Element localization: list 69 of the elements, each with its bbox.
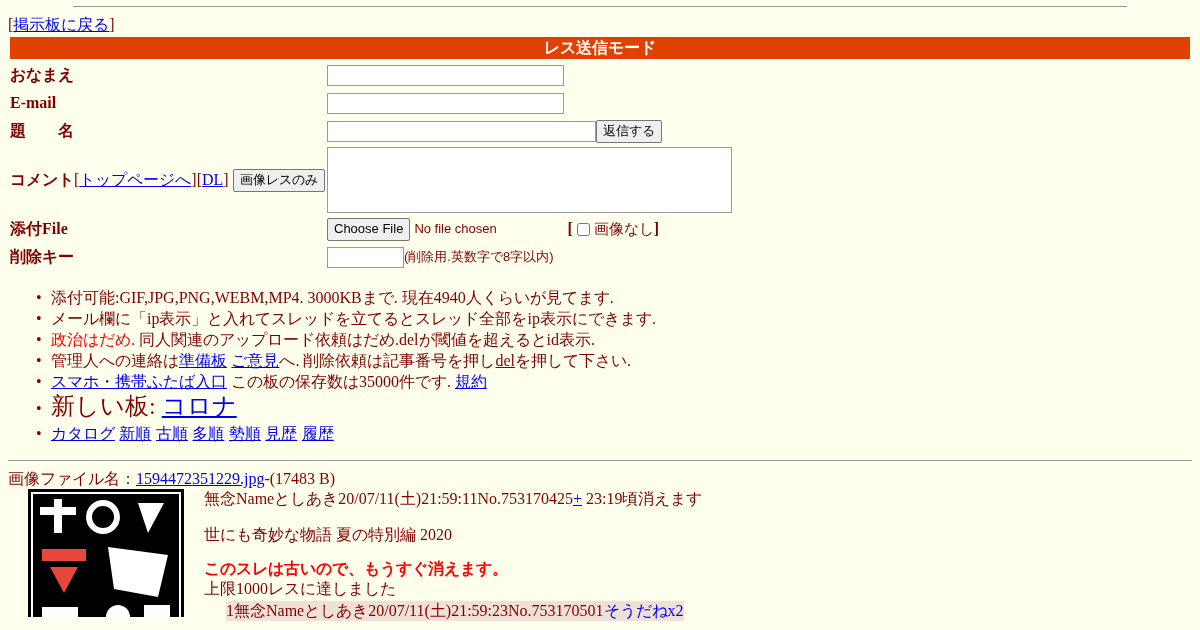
link[interactable]: カタログ — [51, 423, 115, 444]
notice-text: 政治はだめ. — [51, 330, 135, 350]
notice-text: 管理人への連絡は — [51, 351, 179, 371]
form-title: レス送信モード — [10, 37, 1190, 59]
hint-text: (削除用.英数字で8字以内) — [404, 248, 554, 267]
bullet: • — [36, 372, 43, 392]
bracket: ] — [109, 15, 115, 35]
field-label: 削除キー — [10, 247, 74, 267]
bracket: [ — [567, 219, 573, 239]
text-field[interactable] — [327, 64, 564, 86]
field-label: コメント — [10, 170, 74, 190]
link[interactable]: 古順 — [155, 423, 188, 444]
notice-text: 添付可能:GIF,JPG,PNG,WEBM,MP4. 3000KBまで. 現在4940人くらいが見てます. — [51, 288, 614, 308]
warning-text: このスレは古いので、もうすぐ消えます。 — [204, 560, 508, 577]
text-field[interactable] — [327, 92, 564, 114]
bullet: • — [36, 399, 43, 419]
field-label: おなまえ — [10, 65, 74, 86]
link[interactable]: 多順 — [192, 423, 225, 444]
reply-header: 1無念Nameとしあき20/07/11(土)21:59:23No.753170501 — [226, 601, 604, 621]
subject-field[interactable] — [327, 120, 596, 142]
link[interactable]: 新順 — [119, 423, 152, 444]
post-body: 世にも奇妙な物語 夏の特別編 2020 — [204, 526, 452, 543]
comment-field[interactable] — [327, 147, 732, 213]
bullet: • — [36, 288, 43, 308]
bullet: • — [36, 309, 43, 329]
bullet: • — [36, 424, 43, 444]
notice-text: へ. 削除依頼は記事番号を押し — [279, 351, 496, 371]
no-image-checkbox[interactable] — [576, 222, 590, 236]
bracket: [ — [8, 15, 14, 35]
notice-text: この板の保存数は35000件です. — [230, 372, 452, 392]
bullet: • — [36, 351, 43, 371]
link[interactable]: スマホ・携帯ふたば入口 — [51, 371, 227, 392]
sodane-link[interactable]: そうだねx2 — [603, 601, 684, 621]
image-only-button[interactable]: 画像レスのみ — [232, 168, 325, 192]
bullet: • — [36, 330, 43, 350]
back-link[interactable]: 掲示板に戻る — [13, 15, 110, 35]
link[interactable]: コロナ — [161, 392, 237, 420]
notice-text: を押して下さい. — [515, 351, 631, 371]
checkbox-label: 画像なし — [593, 218, 654, 240]
bracket: [ — [74, 170, 80, 190]
link[interactable]: トップページへ — [79, 168, 192, 192]
file-status: No file chosen — [414, 220, 498, 239]
delete-link[interactable]: del — [495, 350, 515, 371]
link[interactable]: DL — [202, 168, 224, 192]
notice-text: メール欄に「ip表示」と入れてスレッドを立てるとスレッド全部をip表示にできます. — [51, 309, 656, 329]
reply-button[interactable]: 返信する — [596, 119, 662, 143]
bracket: ] — [223, 170, 229, 190]
post-header: 無念Nameとしあき20/07/11(土)21:59:11No.753170425 — [204, 489, 573, 509]
field-label: 題 名 — [10, 121, 74, 141]
notice-text: 同人関連のアップロード依頼はだめ.delが閾値を超えるとid表示. — [138, 330, 595, 350]
link[interactable]: 見歴 — [265, 423, 298, 444]
link[interactable]: ご意見 — [231, 350, 280, 371]
field-label: E-mail — [10, 93, 57, 113]
file-size: -(17483 B) — [264, 469, 336, 489]
link[interactable]: 勢順 — [228, 423, 261, 444]
file-link[interactable]: 1594472351229.jpg — [136, 469, 265, 489]
limit-text: 上限1000レスに達しました — [204, 580, 396, 597]
delete-key-field[interactable] — [327, 246, 404, 268]
notice-text: 新しい板: — [51, 392, 157, 420]
field-label: 添付File — [10, 219, 68, 239]
link[interactable]: 履歴 — [301, 423, 334, 444]
file-label: 画像ファイル名： — [8, 469, 136, 489]
link[interactable]: 規約 — [455, 371, 487, 392]
plus-link[interactable]: + — [573, 489, 583, 509]
bracket: ][ — [191, 170, 202, 190]
choose-file-button[interactable]: Choose File — [327, 217, 411, 241]
bracket: ] — [653, 219, 660, 239]
expiry-text: 23:19頃消えます — [585, 489, 703, 509]
link[interactable]: 準備板 — [179, 350, 227, 371]
